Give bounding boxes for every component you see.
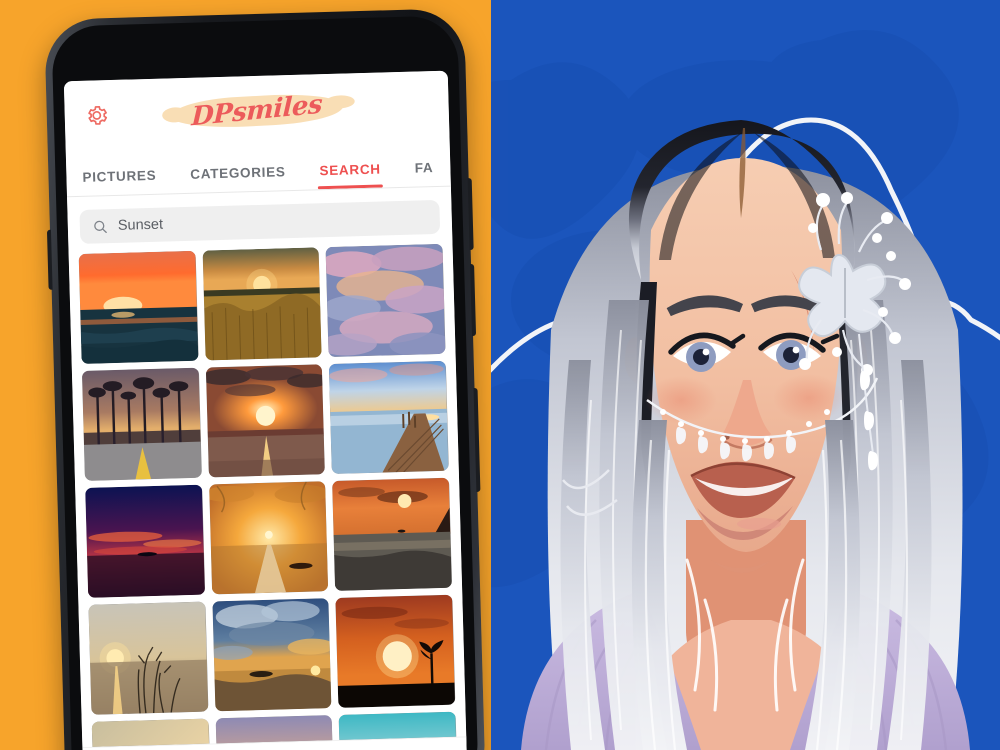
search-icon bbox=[94, 220, 107, 233]
reeds-lake-sunset-thumb bbox=[88, 601, 209, 715]
tab-favorites[interactable]: FA bbox=[414, 160, 433, 187]
app-logo: DPsmiles bbox=[170, 89, 344, 132]
search-row: Sunset bbox=[67, 187, 452, 255]
result-tile[interactable] bbox=[81, 367, 202, 481]
lake-sun-clouds-thumb bbox=[205, 364, 326, 478]
search-input[interactable]: Sunset bbox=[79, 199, 441, 244]
big-sun-lone-tree-thumb bbox=[335, 594, 456, 708]
palm-road-dusk-thumb bbox=[81, 367, 202, 481]
result-tile[interactable] bbox=[335, 594, 456, 708]
result-tile[interactable] bbox=[85, 484, 205, 598]
result-tile[interactable] bbox=[325, 243, 446, 358]
dpsmiles-app: DPsmiles PICTURES CATEGORIES SEARCH FA S… bbox=[63, 70, 468, 750]
gear-icon bbox=[88, 106, 108, 125]
nav-resize-button[interactable] bbox=[379, 745, 426, 750]
phone-screen: DPsmiles PICTURES CATEGORIES SEARCH FA S… bbox=[63, 70, 468, 750]
sunset-ocean-waves-thumb bbox=[78, 250, 199, 364]
golden-boardwalk-sunset-thumb bbox=[208, 481, 329, 595]
result-tile[interactable] bbox=[202, 247, 322, 361]
purple-red-sunset-sea-thumb bbox=[85, 484, 205, 598]
tab-pictures[interactable]: PICTURES bbox=[82, 168, 157, 196]
left-orange-backdrop: DPsmiles PICTURES CATEGORIES SEARCH FA S… bbox=[0, 0, 491, 750]
dramatic-clouds-beach-thumb bbox=[212, 598, 332, 712]
screenshot-root: DPsmiles PICTURES CATEGORIES SEARCH FA S… bbox=[0, 0, 1000, 750]
result-tile[interactable] bbox=[208, 481, 329, 595]
woman-portrait-illustration bbox=[491, 0, 1000, 750]
settings-button[interactable] bbox=[82, 101, 111, 130]
portrait-illustration-panel bbox=[491, 0, 1000, 750]
results-scroll-area[interactable] bbox=[69, 243, 467, 748]
result-tile[interactable] bbox=[212, 598, 332, 712]
search-value: Sunset bbox=[117, 216, 164, 234]
result-tile[interactable] bbox=[332, 477, 453, 591]
pink-cloud-sky-thumb bbox=[325, 243, 446, 358]
result-tile[interactable] bbox=[329, 360, 449, 474]
volume-up-button[interactable] bbox=[467, 177, 474, 251]
pale-beach-sunset-thumb bbox=[91, 718, 212, 748]
volume-down-button[interactable] bbox=[470, 263, 477, 337]
logo-text: DPsmiles bbox=[190, 89, 323, 133]
result-tile[interactable] bbox=[78, 250, 199, 364]
results-grid bbox=[78, 243, 459, 748]
result-tile[interactable] bbox=[205, 364, 326, 478]
result-tile[interactable] bbox=[88, 601, 209, 715]
tab-categories[interactable]: CATEGORIES bbox=[190, 164, 286, 193]
wooden-pier-lake-thumb bbox=[329, 360, 449, 474]
phone-mockup: DPsmiles PICTURES CATEGORIES SEARCH FA S… bbox=[44, 8, 486, 750]
tab-search[interactable]: SEARCH bbox=[319, 162, 381, 190]
ocean-cliff-sunset-thumb bbox=[332, 477, 453, 591]
sunset-golden-field-thumb bbox=[202, 247, 322, 361]
app-header: DPsmiles bbox=[64, 71, 450, 152]
result-tile[interactable] bbox=[91, 718, 212, 748]
